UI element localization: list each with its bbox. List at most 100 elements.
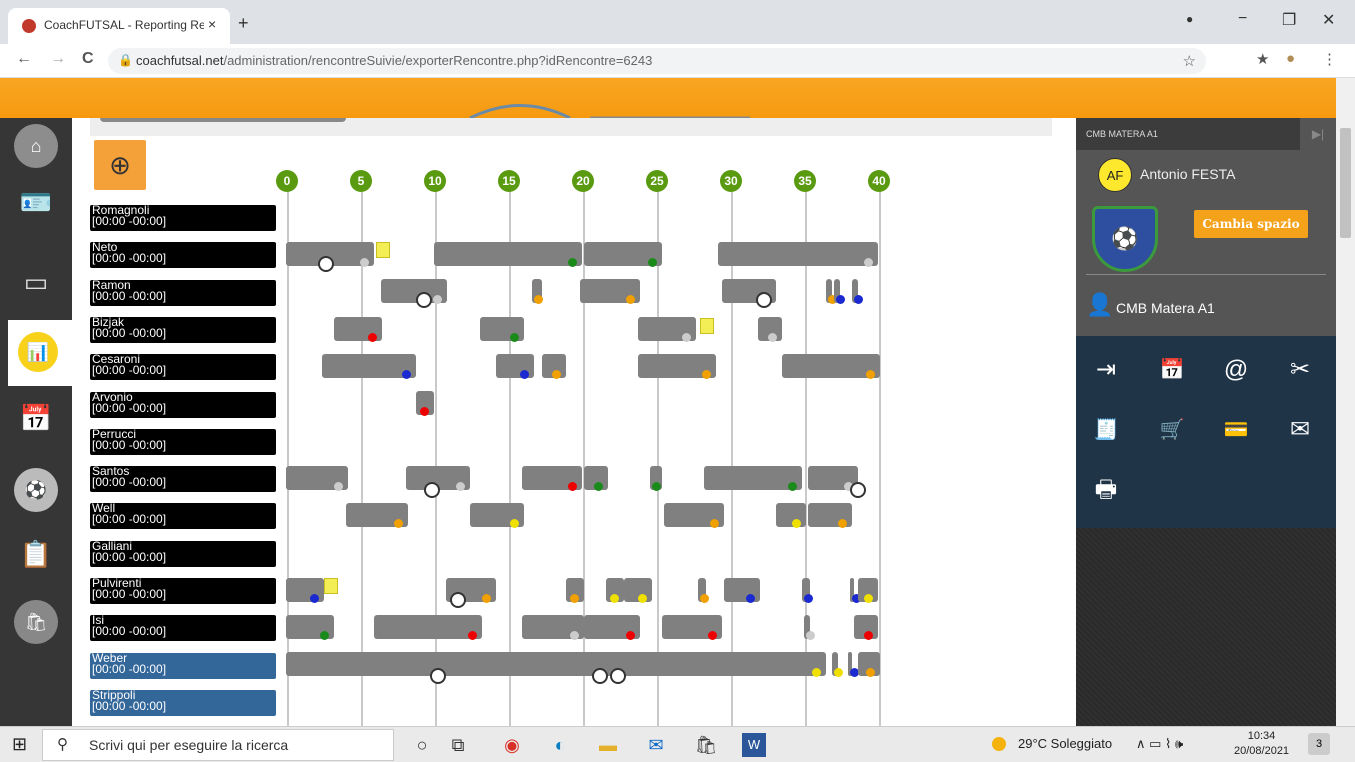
event-dot[interactable] — [746, 593, 755, 603]
player-label[interactable]: Neto [00:00 -00:00] — [90, 241, 276, 269]
event-dot[interactable] — [788, 481, 797, 491]
team-row[interactable]: 👤 CMB Matera A1 — [1076, 278, 1336, 336]
event-dot[interactable] — [638, 593, 647, 603]
player-label[interactable]: Isi [00:00 -00:00] — [90, 614, 276, 642]
browser-menu-icon[interactable]: ⋮ — [1322, 50, 1337, 68]
yellow-card-icon[interactable] — [700, 318, 714, 334]
event-dot[interactable] — [568, 258, 577, 267]
event-dot[interactable] — [768, 332, 777, 342]
event-dot[interactable] — [834, 668, 843, 678]
goal-ball-icon[interactable] — [592, 668, 608, 684]
event-dot[interactable] — [360, 258, 369, 267]
event-dot[interactable] — [368, 332, 377, 342]
address-bar[interactable]: 🔒 coachfutsal.net/administration/rencont… — [108, 48, 1206, 74]
event-dot[interactable] — [652, 481, 661, 491]
event-dot[interactable] — [510, 332, 519, 342]
event-dot[interactable] — [866, 369, 875, 379]
calendar-icon[interactable]: 📅 — [14, 396, 58, 440]
player-label[interactable]: Galliani [00:00 -00:00] — [90, 540, 276, 567]
event-dot[interactable] — [568, 481, 577, 491]
avatar[interactable]: AF — [1098, 158, 1132, 192]
player-label[interactable]: Arvonio [00:00 -00:00] — [90, 391, 276, 418]
back-icon[interactable]: ← — [16, 50, 32, 68]
minimize-button[interactable]: − — [1238, 10, 1247, 28]
page-scrollbar[interactable] — [1336, 78, 1355, 726]
event-dot[interactable] — [610, 593, 619, 603]
home-icon[interactable]: ⌂ — [14, 124, 58, 168]
windows-start-icon[interactable]: ⊞ — [12, 734, 27, 755]
yellow-card-icon[interactable] — [376, 242, 390, 258]
zoom-in-button[interactable]: ⊕ — [94, 140, 146, 190]
goal-ball-icon[interactable] — [318, 256, 334, 272]
word-icon[interactable]: W — [742, 733, 766, 757]
event-dot[interactable] — [320, 631, 329, 640]
player-label[interactable]: Weber [00:00 -00:00] — [90, 652, 276, 679]
collapse-panel-icon[interactable]: ▶| — [1300, 118, 1336, 150]
player-label[interactable]: Strippoli [00:00 -00:00] — [90, 689, 276, 716]
playing-segment[interactable] — [776, 503, 806, 528]
restore-button[interactable]: ❐ — [1282, 10, 1296, 30]
event-dot[interactable] — [626, 631, 635, 640]
goal-ball-icon[interactable] — [416, 292, 432, 308]
bookmark-star-icon[interactable]: ☆ — [1183, 52, 1196, 70]
event-dot[interactable] — [648, 258, 657, 267]
goal-ball-icon[interactable] — [424, 482, 440, 498]
event-dot[interactable] — [310, 593, 319, 603]
event-dot[interactable] — [402, 369, 411, 379]
mail-icon[interactable]: ✉ — [1282, 412, 1318, 448]
reload-icon[interactable]: C — [82, 50, 94, 68]
goal-ball-icon[interactable] — [756, 292, 772, 308]
event-dot[interactable] — [334, 481, 343, 491]
player-label[interactable]: Pulvirenti [00:00 -00:00] — [90, 577, 276, 604]
weather-text[interactable]: 29°C Soleggiato — [1018, 736, 1112, 751]
extensions-icon[interactable]: ★ — [1256, 50, 1269, 68]
notification-badge[interactable]: 3 — [1308, 733, 1330, 755]
player-label[interactable]: Cesaroni [00:00 -00:00] — [90, 353, 276, 381]
event-dot[interactable] — [570, 593, 579, 603]
shop-bag-icon[interactable]: 🛍 — [14, 600, 58, 644]
print-icon[interactable]: 🖶 — [1088, 472, 1124, 508]
invoice-icon[interactable]: 🧾 — [1088, 412, 1124, 448]
chrome-icon[interactable]: ◉ — [500, 733, 524, 757]
event-dot[interactable] — [836, 295, 845, 305]
team-name[interactable]: CMB Matera A1 — [1116, 300, 1215, 316]
playing-segment[interactable] — [434, 242, 582, 266]
close-window-button[interactable]: ✕ — [1322, 10, 1335, 30]
event-dot[interactable] — [804, 593, 813, 603]
store-icon[interactable]: 🛍 — [694, 733, 718, 757]
profile-avatar-icon[interactable]: ● — [1286, 50, 1295, 67]
tab-close-icon[interactable]: × — [208, 16, 216, 32]
system-tray-icons[interactable]: ∧ ▭ ⌇ 🕪 — [1136, 736, 1183, 752]
task-view-icon[interactable]: ⧉ — [446, 733, 470, 757]
tools-icon[interactable]: ✂ — [1282, 352, 1318, 388]
playing-segment[interactable] — [374, 615, 482, 639]
event-dot[interactable] — [806, 631, 815, 640]
user-row[interactable]: AF Antonio FESTA — [1076, 150, 1336, 200]
browser-tab[interactable]: CoachFUTSAL - Reporting Renco × — [8, 8, 230, 44]
at-email-icon[interactable]: @ — [1218, 352, 1254, 388]
event-dot[interactable] — [594, 481, 603, 491]
player-label[interactable]: Ramon [00:00 -00:00] — [90, 279, 276, 306]
goal-ball-icon[interactable] — [850, 482, 866, 498]
event-dot[interactable] — [520, 369, 529, 379]
playing-segment[interactable] — [286, 652, 826, 677]
event-dot[interactable] — [700, 593, 709, 603]
event-dot[interactable] — [708, 631, 717, 640]
calendar-icon[interactable]: 📅 — [1154, 352, 1190, 388]
event-dot[interactable] — [534, 295, 543, 305]
clipboard-icon[interactable]: 📋 — [14, 532, 58, 576]
event-dot[interactable] — [552, 369, 561, 379]
event-dot[interactable] — [864, 593, 873, 603]
event-dot[interactable] — [570, 631, 579, 640]
user-name[interactable]: Antonio FESTA — [1140, 166, 1235, 182]
goal-ball-icon[interactable] — [450, 592, 466, 608]
cortana-icon[interactable]: ○ — [410, 733, 434, 757]
forward-icon[interactable]: → — [50, 50, 66, 68]
scrollbar-thumb[interactable] — [1340, 128, 1351, 238]
event-dot[interactable] — [854, 295, 863, 305]
player-label[interactable]: Bizjak [00:00 -00:00] — [90, 316, 276, 343]
cart-icon[interactable]: 🛒 — [1154, 412, 1190, 448]
event-dot[interactable] — [468, 631, 477, 640]
player-label[interactable]: Well [00:00 -00:00] — [90, 502, 276, 530]
taskbar-search-input[interactable]: ⚲ Scrivi qui per eseguire la ricerca — [42, 729, 394, 761]
